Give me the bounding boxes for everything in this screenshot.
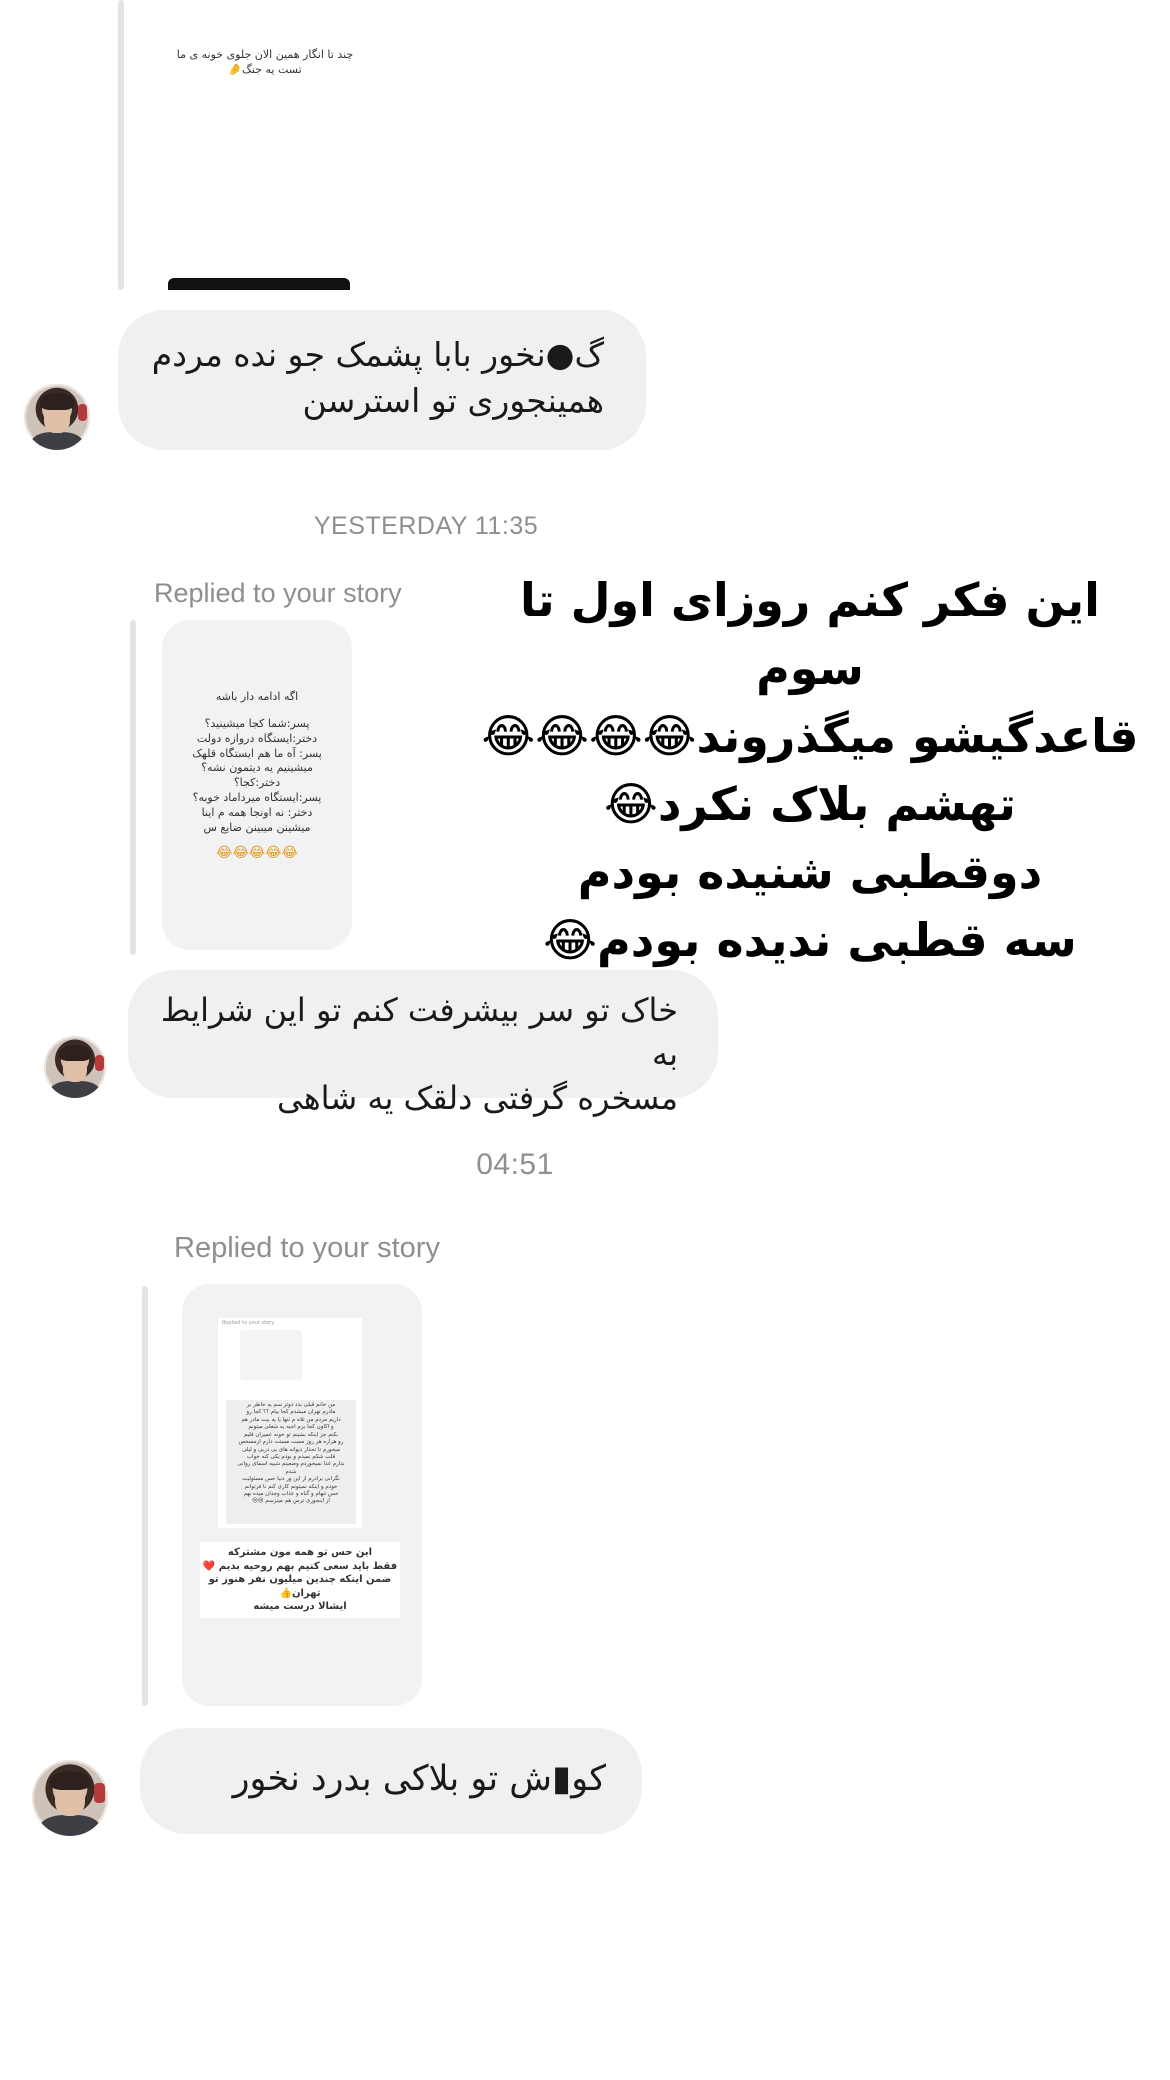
story-inner-line: مادرم تهران میشدم کجا بیام ؟؟ کجا رو: [246, 1409, 336, 1416]
overlay-caption: این فکر کنم روزای اول تا سوم قاعدگیشو می…: [480, 566, 1140, 974]
message-bubble[interactable]: کو▮ش تو بلاکی بدرد نخور: [140, 1728, 642, 1834]
reply-line: [130, 620, 136, 955]
story-title: اگه ادامه دار باشه: [215, 690, 299, 703]
story-top-line: تست یه جنگ🤌: [228, 62, 302, 76]
story-inner-card: [240, 1330, 302, 1380]
reply-line-top: [118, 0, 124, 290]
avatar[interactable]: [24, 384, 90, 450]
story-line: پسر:شما کجا میشینید؟: [204, 716, 310, 730]
story-line: پسر:ایستگاه میرداماد خوبه؟: [192, 791, 322, 805]
story-caption-line: ایشالا درست میشه: [253, 1601, 347, 1612]
story-line: دختر:ایستگاه دروازه دولت: [196, 731, 318, 745]
story-preview-card[interactable]: اگه ادامه دار باشه پسر:شما کجا میشینید؟ …: [162, 620, 352, 950]
story-top-line: چند تا انگار همین الان جلوی خونه ی ما: [176, 48, 354, 61]
story-line: دختر:کجا؟: [233, 776, 281, 790]
story-inner-header: Replied to your story: [222, 1320, 275, 1326]
story-inner-line: از اینجوری ترس هم مینزسم 😢😢: [252, 1498, 330, 1505]
story-caption-line: این حس تو همه مون مشترکه: [227, 1547, 373, 1558]
story-inner-line: خودم و اینکه نمیتونم کاری کنم نا فرتوانم: [244, 1483, 338, 1490]
message-line: خاک تو سر بیشرفت کنم تو این شرایط به: [160, 991, 678, 1073]
story-inner-line: رو هزاره هر روز مست مستت دارم ازمسخص: [238, 1439, 344, 1446]
overlay-line: تهشم بلاک نکرد😂: [604, 777, 1016, 831]
story-line: دختر: نه اونجا همه م اینا: [201, 805, 313, 819]
story-line: پسر: آه ما هم ایستگاه قلهک: [192, 746, 322, 760]
message-line: گ●نخور بابا پشمک جو نده مردم: [151, 335, 604, 374]
replied-to-story-label: Replied to your story: [154, 578, 402, 608]
timestamp: 04:51: [476, 1148, 554, 1181]
message-line: کو▮ش تو بلاکی بدرد نخور: [232, 1759, 606, 1799]
story-caption-line: فقط باید سعی کنیم بهم روحیه بدیم ❤️: [202, 1560, 398, 1572]
timestamp: YESTERDAY 11:35: [313, 512, 539, 540]
message-bubble[interactable]: گ●نخور بابا پشمک جو نده مردم همینجوری تو…: [118, 310, 646, 450]
overlay-line: دوقطبی شنیده بودم: [577, 845, 1043, 899]
story-inner-screenshot: Replied to your story من خانم قبلی بدد د…: [218, 1318, 362, 1528]
story-caption: این حس تو همه مون مشترکه فقط باید سعی کن…: [200, 1542, 400, 1618]
story-emojis: 😂😂😂😂😂: [216, 844, 298, 861]
overlay-line: قاعدگیشو میگذروند😂😂😂😂: [481, 709, 1139, 763]
story-inner-line: میخورم تا تحذار دیوانه های بی دربی و لیل…: [242, 1446, 340, 1453]
message-bubble[interactable]: خاک تو سر بیشرفت کنم تو این شرایط به مسخ…: [128, 970, 718, 1117]
story-line: میشینن میبینن ضایع س: [203, 820, 311, 834]
story-caption-line: ضمن اینکه چندین میلیون نفر هنوز تو تهران…: [208, 1574, 392, 1599]
story-bottom-bar: [168, 278, 350, 290]
overlay-line: سه قطبی ندیده بودم😂: [543, 913, 1077, 967]
story-inner-line: بکنم جز اینکه بشینم تو خونه عمیران قلیم: [243, 1431, 339, 1438]
story-inner-line: نگرانی برادرم از این ور دنیا حس مسئولیت: [242, 1476, 340, 1483]
overlay-line: این فکر کنم روزای اول تا سوم: [520, 573, 1100, 695]
replied-to-story-label: Replied to your story: [174, 1232, 440, 1264]
story-top-text: چند تا انگار همین الان جلوی خونه ی ما تس…: [160, 48, 370, 78]
story-inner-line: ندارم غذا نمیخوردم وضعیتم شبیه اسمای روا…: [237, 1461, 345, 1468]
story-line: میشینیم یه دیتمون نشه؟: [201, 761, 313, 775]
story-inner-line: قلب شکم نمیدم و بودم یکی کنه خواب: [246, 1453, 336, 1460]
message-line: همینجوری تو استرسن: [302, 381, 604, 420]
story-preview-top[interactable]: چند تا انگار همین الان جلوی خونه ی ما تس…: [150, 0, 380, 290]
avatar[interactable]: [44, 1036, 106, 1098]
story-preview-card[interactable]: Replied to your story من خانم قبلی بدد د…: [182, 1284, 422, 1706]
avatar[interactable]: [32, 1760, 108, 1836]
message-line: مسخره گرفتی دلقک یه شاهی: [277, 1079, 678, 1117]
story-inner-line: و اکاون کجا برم اجیه یه شغلی میتونم: [248, 1424, 334, 1431]
reply-line: [142, 1286, 148, 1706]
